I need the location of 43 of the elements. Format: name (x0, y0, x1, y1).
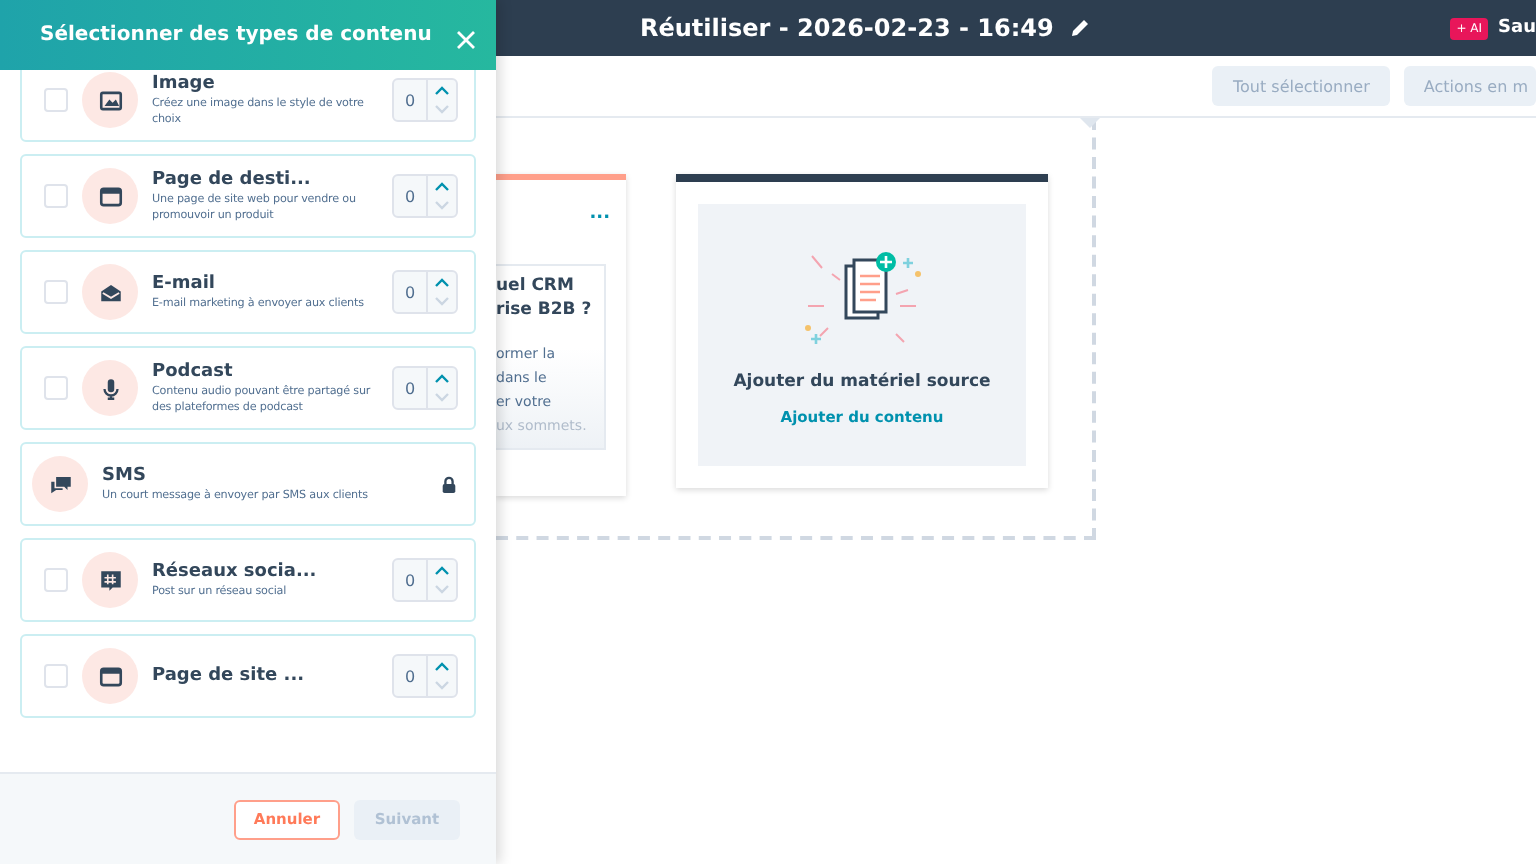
quantity-value: 0 (402, 569, 418, 593)
source-title: Ajouter du matériel source (733, 371, 991, 391)
checkbox[interactable] (44, 280, 68, 304)
quantity-stepper[interactable]: 0 (392, 174, 458, 218)
quantity-stepper[interactable]: 0 (392, 558, 458, 602)
content-type-icon (82, 168, 138, 224)
more-menu[interactable]: ... (589, 208, 610, 220)
quantity-value: 0 (402, 665, 418, 689)
item-title: Page de desti... (152, 169, 313, 189)
quantity-value: 0 (402, 377, 418, 401)
quantity-value: 0 (402, 185, 418, 209)
preview-title: uel CRM (496, 274, 576, 298)
content-type-icon (82, 648, 138, 704)
quantity-stepper[interactable]: 0 (392, 366, 458, 410)
checkbox[interactable] (44, 184, 68, 208)
lock-icon (440, 475, 458, 493)
item-title: SMS (102, 465, 148, 485)
quantity-value: 0 (402, 89, 418, 113)
content-type-icon (82, 264, 138, 320)
item-title: Page de site ... (152, 666, 307, 686)
pencil-icon[interactable] (1069, 18, 1090, 38)
checkbox[interactable] (44, 88, 68, 112)
checkbox[interactable] (44, 376, 68, 400)
item-title: Podcast (152, 361, 235, 381)
close-icon[interactable] (456, 25, 476, 45)
panel-title: Sélectionner des types de contenu (40, 24, 432, 46)
save-label[interactable]: Sau (1498, 18, 1536, 38)
item-title: E-mail (152, 273, 218, 293)
content-type-icon (82, 72, 138, 128)
checkbox[interactable] (44, 664, 68, 688)
content-type-icon (82, 360, 138, 416)
item-title: Image (152, 73, 217, 93)
quantity-stepper[interactable]: 0 (392, 78, 458, 122)
content-type-icon (32, 456, 88, 512)
preview-title: rise B2B ? (496, 298, 594, 322)
page-title: Réutiliser - 2026-02-23 - 16:49 (640, 14, 1054, 42)
quantity-value: 0 (402, 281, 418, 305)
quantity-stepper[interactable]: 0 (392, 654, 458, 698)
quantity-stepper[interactable]: 0 (392, 270, 458, 314)
content-type-card[interactable]: Page de site ... 0 (20, 634, 476, 718)
checkbox[interactable] (44, 568, 68, 592)
item-title: Réseaux socia... (152, 561, 319, 581)
content-type-icon (82, 552, 138, 608)
